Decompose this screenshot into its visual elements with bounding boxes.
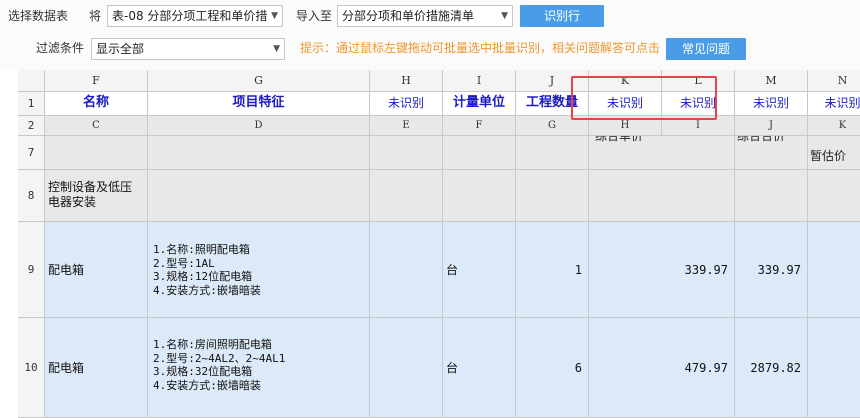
item-features-text: 1.名称:照明配电箱 2.型号:1AL 3.规格:12位配电箱 4.安装方式:嵌… xyxy=(153,243,261,297)
item-quantity-cell[interactable]: 6 xyxy=(516,318,589,418)
identify-row-button[interactable]: 识别行 xyxy=(520,5,604,27)
col-title-unrecognized-h[interactable]: 未识别 xyxy=(370,92,443,116)
row-number: 7 xyxy=(18,136,45,170)
col-letter-m[interactable]: M xyxy=(735,70,808,92)
table-cell[interactable] xyxy=(370,222,443,318)
target-list-value: 分部分项和单价措施清单 xyxy=(342,9,475,23)
clipped-header-text: 综合单价 xyxy=(595,136,644,143)
table-cell[interactable] xyxy=(443,170,516,222)
table-cell[interactable] xyxy=(808,222,860,318)
faq-button[interactable]: 常见问题 xyxy=(666,38,746,60)
chevron-down-icon[interactable]: ▼ xyxy=(271,6,278,26)
item-unit-price-cell[interactable]: 479.97 xyxy=(589,318,735,418)
item-quantity-cell[interactable]: 1 xyxy=(516,222,589,318)
source-table-value: 表-08 分部分项工程和单价措 xyxy=(112,9,268,23)
table-cell[interactable] xyxy=(516,136,589,170)
row-number: 8 xyxy=(18,170,45,222)
table-cell[interactable] xyxy=(45,136,148,170)
source-col-d: D xyxy=(148,116,370,136)
col-title-unrecognized-k[interactable]: 未识别 xyxy=(589,92,662,116)
table-cell[interactable] xyxy=(370,318,443,418)
table-cell[interactable]: 暂估价 xyxy=(808,136,860,170)
item-total-cell[interactable]: 2879.82 xyxy=(735,318,808,418)
item-unit-cell[interactable]: 台 xyxy=(443,318,516,418)
source-col-h: H xyxy=(589,116,662,136)
col-title-unit[interactable]: 计量单位 xyxy=(443,92,516,116)
spreadsheet-grid: F G H I J K L M N 1 名称 项目特征 未识别 计量单位 工程数… xyxy=(18,70,860,418)
col-letter-n[interactable]: N xyxy=(808,70,860,92)
col-letter-g[interactable]: G xyxy=(148,70,370,92)
source-col-f: F xyxy=(443,116,516,136)
estimate-price-text: 暂估价 xyxy=(810,149,847,163)
col-letter-f[interactable]: F xyxy=(45,70,148,92)
filter-select[interactable]: 显示全部 ▼ xyxy=(91,38,285,60)
table-cell[interactable] xyxy=(370,136,443,170)
source-col-k: K xyxy=(808,116,860,136)
to-label: 将 xyxy=(89,9,102,23)
col-letter-k[interactable]: K xyxy=(589,70,662,92)
table-cell[interactable]: 综合合价 xyxy=(735,136,808,170)
source-col-c: C xyxy=(45,116,148,136)
table-cell[interactable] xyxy=(735,170,808,222)
col-title-name[interactable]: 名称 xyxy=(45,92,148,116)
col-title-unrecognized-n[interactable]: 未识别 xyxy=(808,92,860,116)
select-table-label: 选择数据表 xyxy=(8,9,69,23)
filter-value: 显示全部 xyxy=(96,42,145,56)
group-name-text: 控制设备及低压 电器安装 xyxy=(48,180,133,209)
row-number: 2 xyxy=(18,116,45,136)
filter-label: 过滤条件 xyxy=(36,41,85,55)
corner-cell xyxy=(18,70,45,92)
chevron-down-icon[interactable]: ▼ xyxy=(501,6,508,26)
col-letter-l[interactable]: L xyxy=(662,70,735,92)
table-cell[interactable] xyxy=(148,170,370,222)
item-total-cell[interactable]: 339.97 xyxy=(735,222,808,318)
hint-text: 提示：通过鼠标左键拖动可批量选中批量识别，相关问题解答可点击 xyxy=(300,41,661,55)
table-cell[interactable] xyxy=(808,170,860,222)
table-cell[interactable] xyxy=(148,136,370,170)
col-letter-j[interactable]: J xyxy=(516,70,589,92)
col-title-unrecognized-m[interactable]: 未识别 xyxy=(735,92,808,116)
row-number: 9 xyxy=(18,222,45,318)
target-list-select[interactable]: 分部分项和单价措施清单 ▼ xyxy=(337,5,513,27)
table-cell[interactable] xyxy=(370,170,443,222)
table-cell[interactable] xyxy=(516,170,589,222)
col-title-features[interactable]: 项目特征 xyxy=(148,92,370,116)
chevron-down-icon[interactable]: ▼ xyxy=(273,39,280,59)
item-features-cell[interactable]: 1.名称:照明配电箱 2.型号:1AL 3.规格:12位配电箱 4.安装方式:嵌… xyxy=(148,222,370,318)
row-number: 10 xyxy=(18,318,45,418)
import-to-label: 导入至 xyxy=(296,9,333,23)
col-title-unrecognized-l[interactable]: 未识别 xyxy=(662,92,735,116)
item-name-cell[interactable]: 配电箱 xyxy=(45,318,148,418)
col-title-quantity[interactable]: 工程数量 xyxy=(516,92,589,116)
table-cell[interactable] xyxy=(589,170,735,222)
table-cell[interactable] xyxy=(443,136,516,170)
table-cell[interactable] xyxy=(808,318,860,418)
item-features-cell[interactable]: 1.名称:房间照明配电箱 2.型号:2~4AL2、2~4AL1 3.规格:32位… xyxy=(148,318,370,418)
source-col-j: J xyxy=(735,116,808,136)
source-col-g: G xyxy=(516,116,589,136)
col-letter-h[interactable]: H xyxy=(370,70,443,92)
import-toolbar: 选择数据表 将 表-08 分部分项工程和单价措 ▼ 导入至 分部分项和单价措施清… xyxy=(0,0,860,70)
item-unit-price-cell[interactable]: 339.97 xyxy=(589,222,735,318)
table-cell[interactable]: 综合单价 xyxy=(589,136,735,170)
item-name-cell[interactable]: 配电箱 xyxy=(45,222,148,318)
item-unit-cell[interactable]: 台 xyxy=(443,222,516,318)
source-col-i: I xyxy=(662,116,735,136)
item-features-text: 1.名称:房间照明配电箱 2.型号:2~4AL2、2~4AL1 3.规格:32位… xyxy=(153,338,286,392)
source-col-e: E xyxy=(370,116,443,136)
col-letter-i[interactable]: I xyxy=(443,70,516,92)
source-table-select[interactable]: 表-08 分部分项工程和单价措 ▼ xyxy=(107,5,283,27)
table-cell[interactable]: 控制设备及低压 电器安装 xyxy=(45,170,148,222)
clipped-header-text: 综合合价 xyxy=(737,136,786,143)
row-number: 1 xyxy=(18,92,45,116)
